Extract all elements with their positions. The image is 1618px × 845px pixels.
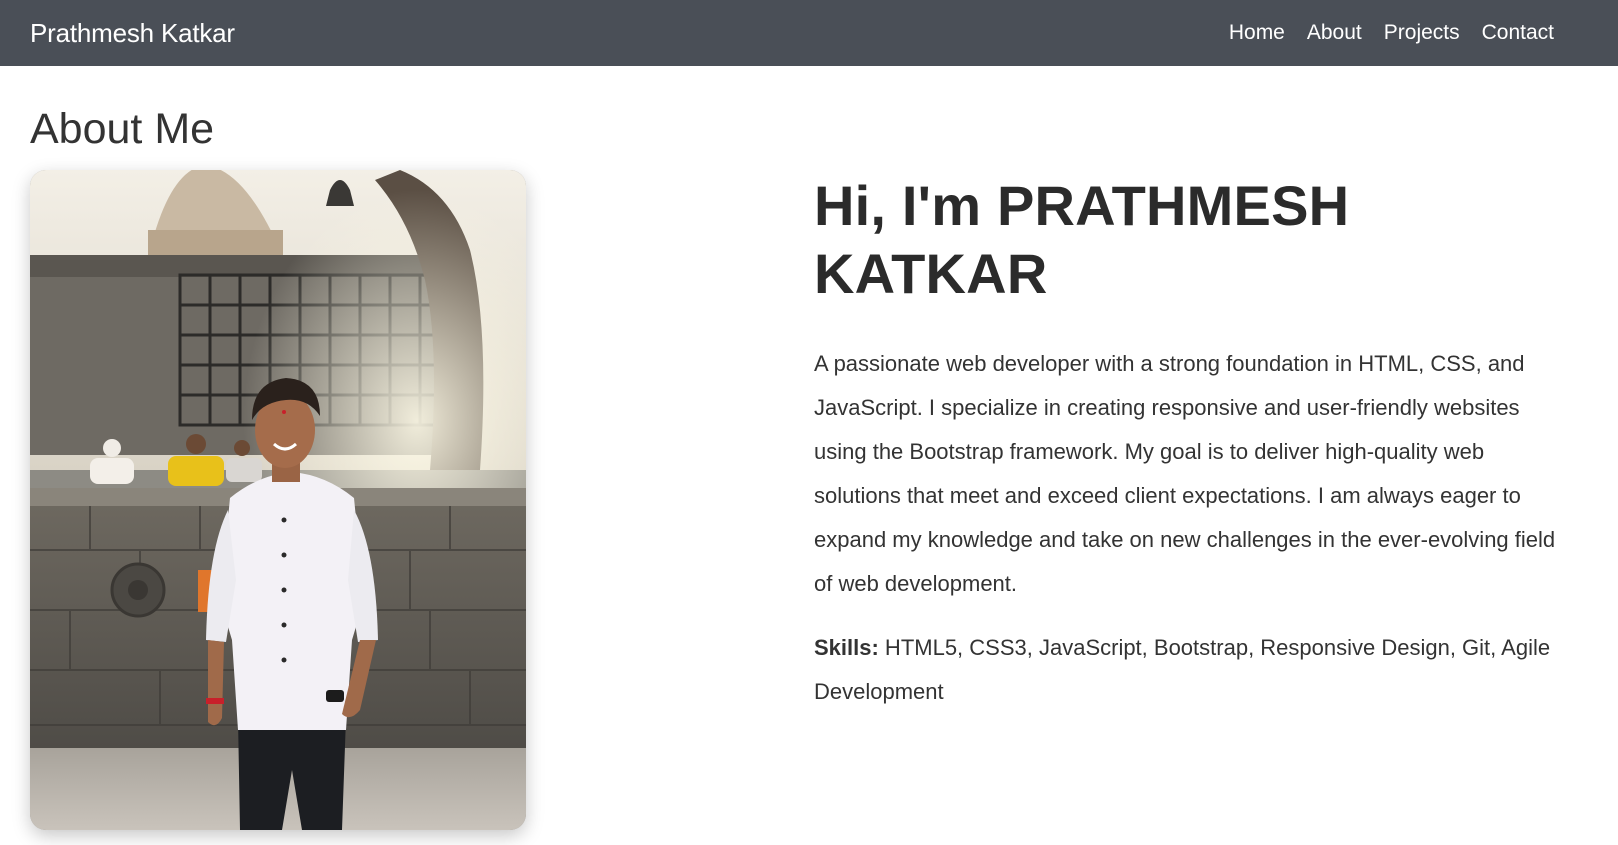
skills-paragraph: Skills: HTML5, CSS3, JavaScript, Bootstr…	[814, 626, 1574, 714]
nav-item-about: About	[1307, 21, 1362, 45]
section-title: About Me	[30, 105, 215, 153]
nav-link-home[interactable]: Home	[1229, 21, 1285, 44]
nav-item-home: Home	[1229, 21, 1285, 45]
nav-item-contact: Contact	[1482, 21, 1554, 45]
greeting-heading: Hi, I'm PRATHMESH KATKAR	[814, 174, 1350, 305]
nav-links: Home About Projects Contact	[1229, 21, 1554, 45]
profile-photo-image	[30, 170, 526, 830]
nav-link-projects[interactable]: Projects	[1384, 21, 1460, 44]
nav-link-contact[interactable]: Contact	[1482, 21, 1554, 44]
brand-link[interactable]: Prathmesh Katkar	[30, 18, 235, 49]
nav-link-about[interactable]: About	[1307, 21, 1362, 44]
bio-paragraph: A passionate web developer with a strong…	[814, 351, 1556, 596]
nav-item-projects: Projects	[1384, 21, 1460, 45]
skills-value: HTML5, CSS3, JavaScript, Bootstrap, Resp…	[814, 635, 1551, 704]
skills-label: Skills:	[814, 635, 879, 660]
navbar: Prathmesh Katkar Home About Projects Con…	[0, 0, 1618, 66]
profile-photo	[30, 170, 526, 830]
intro-section: Hi, I'm PRATHMESH KATKAR A passionate we…	[814, 172, 1574, 714]
